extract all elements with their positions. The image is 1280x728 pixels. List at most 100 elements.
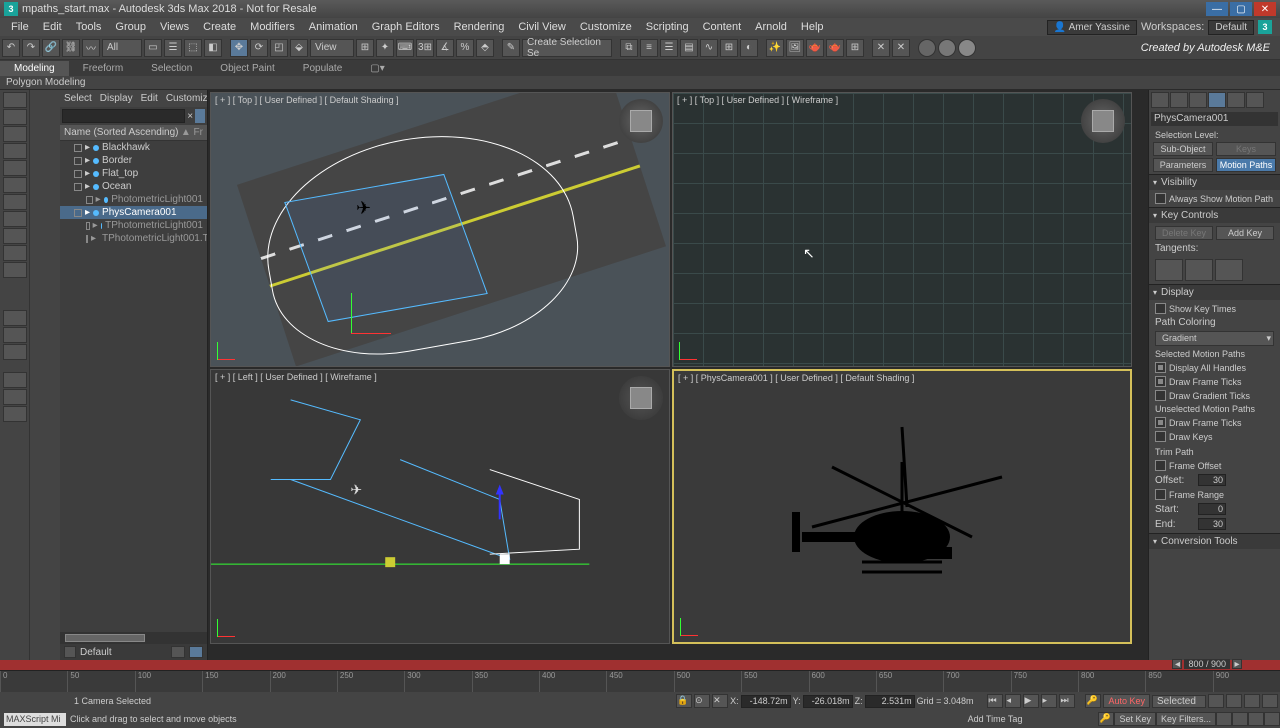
expand-icon[interactable]: ▸	[96, 194, 101, 205]
menu-content[interactable]: Content	[696, 21, 749, 33]
visibility-toggle-icon[interactable]	[74, 209, 82, 217]
layer-dropdown[interactable]: Default	[80, 647, 167, 658]
display-handles-check[interactable]: Display All Handles	[1155, 362, 1274, 373]
motion-paths-button[interactable]: Motion Paths	[1216, 158, 1276, 172]
select-rotate-button[interactable]: ⟳	[250, 39, 268, 57]
nav-fov-icon[interactable]	[1262, 694, 1278, 708]
tool-misc-1[interactable]: ✕	[872, 39, 890, 57]
menu-customize[interactable]: Customize	[573, 21, 639, 33]
x-coord-input[interactable]	[741, 695, 791, 708]
render-activeshade-button[interactable]: ⊞	[846, 39, 864, 57]
track-left-icon[interactable]: ◂	[1172, 659, 1182, 669]
scene-node-tphotometriclight001[interactable]: ▸TPhotometricLight001	[60, 219, 207, 232]
select-scale-button[interactable]: ◰	[270, 39, 288, 57]
viewport-top-wireframe[interactable]: [ + ] [ Top ] [ User Defined ] [ Wirefra…	[672, 92, 1132, 367]
schematic-view-button[interactable]: ⊞	[720, 39, 738, 57]
ribbon-tab-modeling[interactable]: Modeling	[0, 61, 69, 76]
menu-graph-editors[interactable]: Graph Editors	[365, 21, 447, 33]
viewport-top-shaded[interactable]: ✈ [ + ] [ Top ] [ User Defined ] [ Defau…	[210, 92, 670, 367]
scene-search-input[interactable]	[62, 109, 185, 123]
rendered-frame-button[interactable]: 🖼	[786, 39, 804, 57]
expand-icon[interactable]: ▸	[91, 233, 96, 244]
left-tool-1[interactable]	[3, 92, 27, 108]
layer-btn-1[interactable]	[171, 646, 185, 658]
ribbon-tab-populate[interactable]: Populate	[289, 61, 356, 76]
track-right-icon[interactable]: ▸	[1232, 659, 1242, 669]
scene-node-ocean[interactable]: ▸Ocean	[60, 180, 207, 193]
nav-orbit-icon[interactable]	[1248, 712, 1264, 726]
nav-maximize-icon[interactable]	[1264, 712, 1280, 726]
visibility-toggle-icon[interactable]	[74, 183, 82, 191]
unlink-button[interactable]: ⛓	[62, 39, 80, 57]
time-slider-track[interactable]: ◂ 800 / 900 ▸	[0, 660, 1280, 670]
menu-views[interactable]: Views	[153, 21, 196, 33]
visibility-toggle-icon[interactable]	[86, 235, 88, 243]
left-tool-14[interactable]	[3, 344, 27, 360]
viewport-label-br[interactable]: [ + ] [ PhysCamera001 ] [ User Defined ]…	[678, 373, 914, 383]
menu-file[interactable]: File	[4, 21, 36, 33]
tangent-type-3[interactable]	[1215, 259, 1243, 281]
scene-hscroll-thumb[interactable]	[65, 634, 145, 642]
frame-range-radio[interactable]: Frame Range	[1155, 489, 1274, 500]
minimize-button[interactable]: —	[1206, 2, 1228, 16]
selection-lock-icon[interactable]: ✕	[712, 694, 728, 708]
menu-group[interactable]: Group	[108, 21, 153, 33]
set-key-large-icon[interactable]: 🔑	[1098, 712, 1114, 726]
sphere-preview-1[interactable]	[918, 39, 936, 57]
draw-gradient-ticks-check[interactable]: Draw Gradient Ticks	[1155, 390, 1274, 401]
select-region-button[interactable]: ⬚	[184, 39, 202, 57]
scene-search-clear-icon[interactable]: ×	[187, 111, 193, 122]
selected-dropdown[interactable]: Selected	[1152, 695, 1206, 708]
visibility-toggle-icon[interactable]	[86, 222, 90, 230]
visibility-toggle-icon[interactable]	[86, 196, 93, 204]
key-filters-button[interactable]: Key Filters...	[1156, 712, 1216, 726]
start-spinner[interactable]: 0	[1198, 503, 1226, 515]
named-selection-dropdown[interactable]: Create Selection Se	[522, 39, 612, 57]
use-pivot-center-button[interactable]: ⊞	[356, 39, 374, 57]
play-button[interactable]: ▶	[1023, 694, 1039, 708]
spinner-snap-button[interactable]: ⬘	[476, 39, 494, 57]
edit-selection-set-button[interactable]: ✎	[502, 39, 520, 57]
add-key-button[interactable]: Add Key	[1216, 226, 1274, 240]
ribbon-tab-freeform[interactable]: Freeform	[69, 61, 138, 76]
snap-toggle-button[interactable]: 3⊞	[416, 39, 434, 57]
left-tool-4[interactable]	[3, 143, 27, 159]
left-tool-12[interactable]	[3, 310, 27, 326]
viewcube-bl[interactable]	[619, 376, 663, 420]
left-tool-10[interactable]	[3, 245, 27, 261]
menu-edit[interactable]: Edit	[36, 21, 69, 33]
signed-in-user[interactable]: 👤 Amer Yassine	[1047, 20, 1137, 35]
sphere-preview-2[interactable]	[938, 39, 956, 57]
expand-icon[interactable]: ▸	[85, 168, 90, 179]
nav-zoom-extents-icon[interactable]	[1244, 694, 1260, 708]
conversion-tools-rollout[interactable]: Conversion Tools	[1149, 533, 1280, 549]
create-tab-icon[interactable]	[1151, 92, 1169, 108]
material-editor-button[interactable]: ◐	[740, 39, 758, 57]
scene-node-blackhawk[interactable]: ▸Blackhawk	[60, 141, 207, 154]
auto-key-button[interactable]: Auto Key	[1103, 694, 1150, 708]
nav-zoom-icon[interactable]	[1208, 694, 1224, 708]
draw-keys-check[interactable]: Draw Keys	[1155, 431, 1274, 442]
left-tool-2[interactable]	[3, 109, 27, 125]
viewport-left-wireframe[interactable]: ✈ [ + ] [ Left ] [ User Defined ] [ Wire…	[210, 369, 670, 644]
keys-button[interactable]: Keys	[1216, 142, 1276, 156]
show-key-times-check[interactable]: Show Key Times	[1155, 303, 1274, 314]
sub-object-button[interactable]: Sub-Object	[1153, 142, 1213, 156]
maxscript-listener[interactable]: MAXScript Mi	[4, 713, 66, 726]
select-manipulate-button[interactable]: ✦	[376, 39, 394, 57]
goto-end-button[interactable]: ⏭	[1059, 694, 1075, 708]
menu-arnold[interactable]: Arnold	[748, 21, 794, 33]
menu-rendering[interactable]: Rendering	[447, 21, 512, 33]
maximize-button[interactable]: ▢	[1230, 2, 1252, 16]
draw-frame-ticks-check[interactable]: Draw Frame Ticks	[1155, 376, 1274, 387]
timeline-ruler[interactable]: 0501001502002503003504004505005506006507…	[0, 670, 1280, 692]
scene-node-border[interactable]: ▸Border	[60, 154, 207, 167]
visibility-toggle-icon[interactable]	[74, 157, 82, 165]
set-key-button[interactable]: Set Key	[1114, 712, 1156, 726]
left-tool-13[interactable]	[3, 327, 27, 343]
key-controls-rollout[interactable]: Key Controls	[1149, 207, 1280, 223]
nav-zoom-all-icon[interactable]	[1226, 694, 1242, 708]
undo-button[interactable]: ↶	[2, 39, 20, 57]
window-crossing-button[interactable]: ◧	[204, 39, 222, 57]
menu-animation[interactable]: Animation	[302, 21, 365, 33]
